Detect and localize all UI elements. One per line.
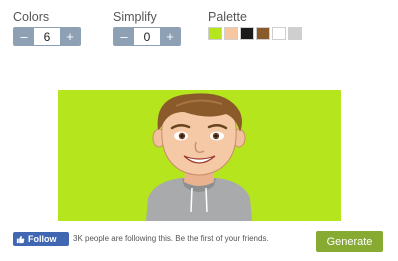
palette-swatch[interactable] [208, 27, 222, 40]
colors-label: Colors [13, 10, 50, 24]
palette-swatch[interactable] [240, 27, 254, 40]
palette-swatches [208, 27, 302, 40]
simplify-stepper: – 0 + [113, 27, 181, 46]
social-follow-text: 3K people are following this. Be the fir… [73, 234, 269, 243]
thumbs-up-icon [16, 235, 25, 244]
palette-swatch[interactable] [224, 27, 238, 40]
simplify-decrement-button[interactable]: – [114, 28, 134, 45]
facebook-follow-button[interactable]: Follow [13, 232, 69, 246]
palette-label: Palette [208, 10, 247, 24]
palette-swatch[interactable] [272, 27, 286, 40]
palette-swatch[interactable] [256, 27, 270, 40]
avatar-preview [58, 90, 341, 221]
colors-decrement-button[interactable]: – [14, 28, 34, 45]
follow-label: Follow [28, 234, 57, 244]
simplify-value[interactable]: 0 [134, 28, 160, 45]
colors-increment-button[interactable]: + [60, 28, 80, 45]
colors-value[interactable]: 6 [34, 28, 60, 45]
colors-stepper: – 6 + [13, 27, 81, 46]
simplify-label: Simplify [113, 10, 157, 24]
generate-button[interactable]: Generate [316, 231, 383, 252]
palette-swatch[interactable] [288, 27, 302, 40]
simplify-increment-button[interactable]: + [160, 28, 180, 45]
